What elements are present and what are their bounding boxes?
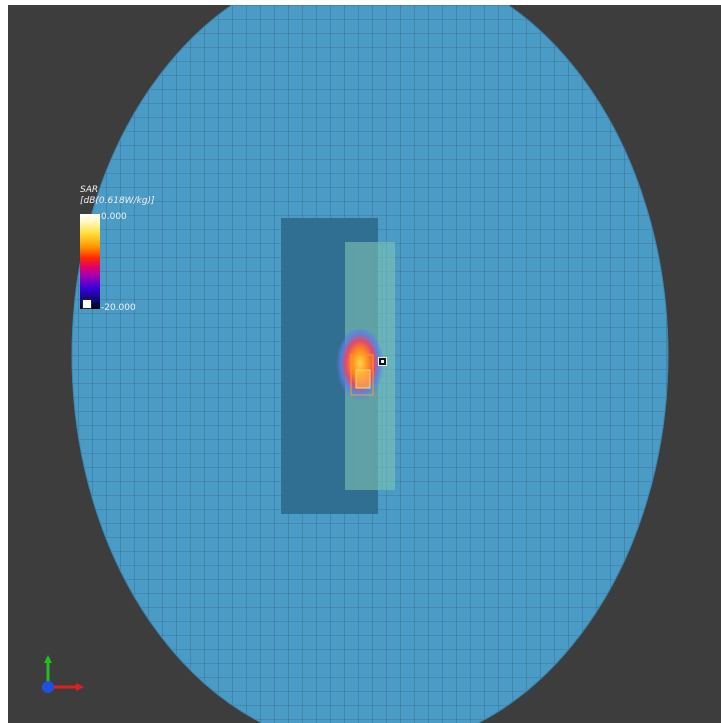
sar-scene[interactable]	[8, 5, 721, 723]
probe-marker-icon[interactable]: ▪	[378, 357, 387, 366]
3d-viewport[interactable]: SAR [dB(0.618W/kg)] 0.000 -20.000 ▪	[8, 5, 721, 723]
colorbar-chip-icon	[82, 299, 92, 309]
sar-hotspot	[336, 329, 384, 405]
colorbar-min-label: -20.000	[101, 303, 136, 313]
legend-title: SAR	[80, 185, 99, 195]
axis-triad-icon	[42, 655, 84, 693]
legend-unit: [dB(0.618W/kg)]	[80, 196, 155, 206]
sar-colorbar	[80, 214, 100, 309]
hotspot-core	[355, 369, 371, 389]
colorbar-max-label: 0.000	[101, 212, 127, 222]
